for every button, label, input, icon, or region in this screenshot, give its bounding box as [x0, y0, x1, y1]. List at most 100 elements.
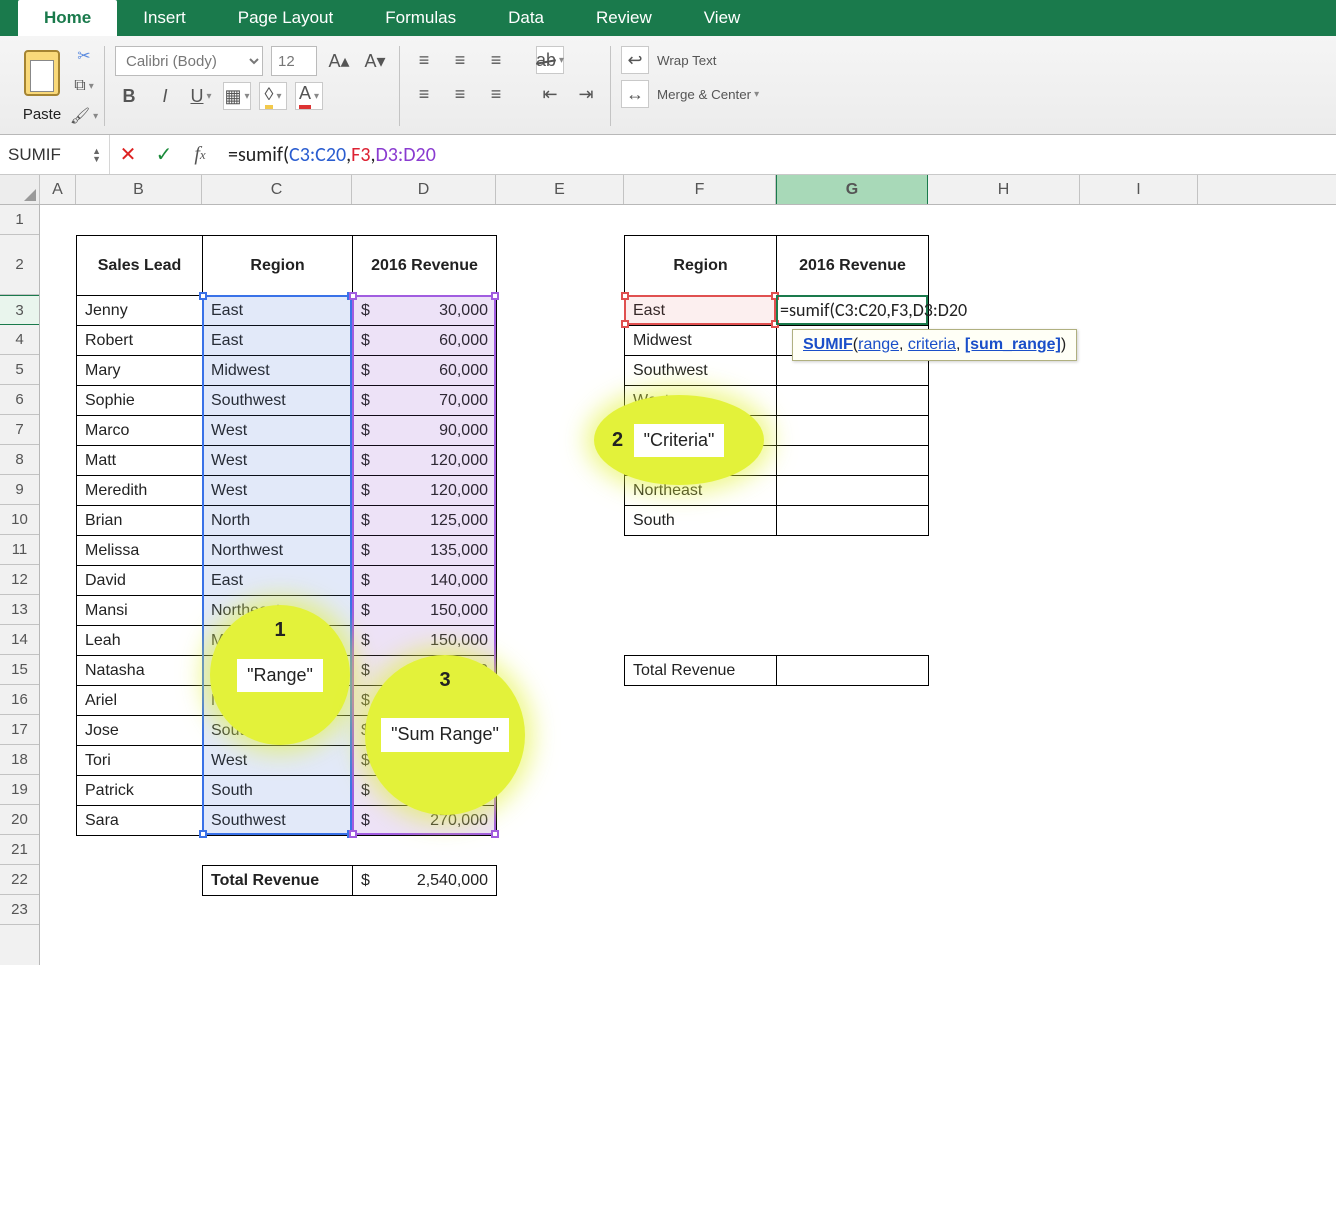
font-color-button[interactable]: A — [295, 82, 323, 110]
table-row: MeredithWest$120,000 — [77, 476, 497, 506]
name-box[interactable]: SUMIF ▲▼ — [0, 135, 110, 174]
underline-button[interactable]: U — [187, 82, 215, 110]
col-header-G[interactable]: G — [776, 175, 928, 204]
tab-formulas[interactable]: Formulas — [359, 0, 482, 36]
tooltip-fn-link[interactable]: SUMIF — [803, 336, 853, 353]
total-label-left: Total Revenue — [203, 866, 353, 896]
sheet-area[interactable]: Sales Lead Region 2016 Revenue JennyEast… — [40, 205, 1140, 965]
row-header-8[interactable]: 8 — [0, 445, 39, 475]
tooltip-criteria-link[interactable]: criteria — [908, 336, 956, 353]
row-header-16[interactable]: 16 — [0, 685, 39, 715]
formula-arg1: C3:C20 — [289, 143, 346, 167]
spreadsheet-grid: A B C D E F G H I 1234567891011121314151… — [0, 175, 1336, 965]
align-center-button[interactable]: ≡ — [446, 80, 474, 108]
wrap-text-icon: ↩ — [621, 46, 649, 74]
wrap-text-button[interactable]: Wrap Text — [657, 53, 717, 68]
merge-center-button[interactable]: Merge & Center — [657, 87, 759, 102]
tooltip-sumrange-link[interactable]: [sum_range] — [965, 336, 1061, 353]
table-row: MarcoWest$90,000 — [77, 416, 497, 446]
table-row: MelissaNorthwest$135,000 — [77, 536, 497, 566]
col-header-F[interactable]: F — [624, 175, 776, 204]
clipboard-icon — [20, 46, 64, 100]
decrease-font-button[interactable]: A▾ — [361, 47, 389, 75]
formula-prefix: =sumif( — [228, 143, 289, 167]
row-header-3[interactable]: 3 — [0, 295, 39, 325]
col-header-D[interactable]: D — [352, 175, 496, 204]
row-header-4[interactable]: 4 — [0, 325, 39, 355]
enter-formula-button[interactable]: ✓ — [146, 142, 182, 167]
format-painter-button[interactable]: 🖌 — [74, 106, 94, 126]
col-header-C[interactable]: C — [202, 175, 352, 204]
row-header-2[interactable]: 2 — [0, 235, 39, 295]
row-header-11[interactable]: 11 — [0, 535, 39, 565]
col-header-I[interactable]: I — [1080, 175, 1198, 204]
row-header-20[interactable]: 20 — [0, 805, 39, 835]
tab-insert[interactable]: Insert — [117, 0, 212, 36]
decrease-indent-button[interactable]: ⇤ — [536, 80, 564, 108]
row-header-14[interactable]: 14 — [0, 625, 39, 655]
align-bottom-button[interactable]: ≡ — [482, 46, 510, 74]
sales-header-lead: Sales Lead — [77, 236, 203, 296]
col-header-H[interactable]: H — [928, 175, 1080, 204]
select-all-button[interactable] — [0, 175, 40, 204]
tab-home[interactable]: Home — [18, 0, 117, 36]
cut-button[interactable]: ✂ — [74, 46, 94, 66]
name-box-value: SUMIF — [8, 145, 61, 165]
row-header-1[interactable]: 1 — [0, 205, 39, 235]
orientation-button[interactable]: ab — [536, 46, 564, 74]
tooltip-range-link[interactable]: range — [858, 336, 899, 353]
col-header-B[interactable]: B — [76, 175, 202, 204]
row-header-19[interactable]: 19 — [0, 775, 39, 805]
align-left-button[interactable]: ≡ — [410, 80, 438, 108]
font-name-select[interactable]: Calibri (Body) — [115, 46, 263, 76]
fill-color-button[interactable]: ◊ — [259, 82, 287, 110]
row-header-22[interactable]: 22 — [0, 865, 39, 895]
copy-button[interactable]: ⧉ — [74, 76, 94, 96]
summary-header-revenue: 2016 Revenue — [777, 236, 929, 296]
row-header-23[interactable]: 23 — [0, 895, 39, 925]
ribbon-tabstrip: Home Insert Page Layout Formulas Data Re… — [0, 0, 1336, 36]
bold-button[interactable]: B — [115, 82, 143, 110]
row-header-10[interactable]: 10 — [0, 505, 39, 535]
annotation-bubble-1: 1 "Range" — [210, 605, 350, 745]
italic-button[interactable]: I — [151, 82, 179, 110]
tab-review[interactable]: Review — [570, 0, 678, 36]
row-header-9[interactable]: 9 — [0, 475, 39, 505]
align-middle-button[interactable]: ≡ — [446, 46, 474, 74]
row-header-18[interactable]: 18 — [0, 745, 39, 775]
name-box-stepper[interactable]: ▲▼ — [92, 147, 101, 163]
paste-button[interactable] — [20, 46, 64, 100]
insert-function-button[interactable]: fx — [182, 143, 218, 166]
summary-header-region: Region — [625, 236, 777, 296]
col-header-E[interactable]: E — [496, 175, 624, 204]
active-cell-formula: =sumif(C3:C20,F3,D3:D20 — [780, 299, 967, 321]
annotation-2-text: "Criteria" — [634, 424, 725, 457]
table-row: MaryMidwest$60,000 — [77, 356, 497, 386]
row-header-6[interactable]: 6 — [0, 385, 39, 415]
increase-indent-button[interactable]: ⇥ — [572, 80, 600, 108]
formula-bar: SUMIF ▲▼ ✕ ✓ fx =sumif(C3:C20,F3,D3:D20 — [0, 135, 1336, 175]
col-header-A[interactable]: A — [40, 175, 76, 204]
formula-input[interactable]: =sumif(C3:C20,F3,D3:D20 — [218, 143, 1336, 167]
merge-center-icon: ↔ — [621, 80, 649, 108]
row-header-21[interactable]: 21 — [0, 835, 39, 865]
tab-data[interactable]: Data — [482, 0, 570, 36]
ribbon: Paste ✂ ⧉ 🖌 Calibri (Body) A▴ A▾ B I U ▦… — [0, 36, 1336, 135]
font-size-input[interactable] — [271, 46, 317, 76]
row-header-7[interactable]: 7 — [0, 415, 39, 445]
row-header-13[interactable]: 13 — [0, 595, 39, 625]
annotation-bubble-2: 2 "Criteria" — [594, 395, 764, 485]
annotation-1-text: "Range" — [237, 659, 323, 692]
row-header-5[interactable]: 5 — [0, 355, 39, 385]
align-right-button[interactable]: ≡ — [482, 80, 510, 108]
tab-page-layout[interactable]: Page Layout — [212, 0, 359, 36]
row-header-15[interactable]: 15 — [0, 655, 39, 685]
row-header-17[interactable]: 17 — [0, 715, 39, 745]
align-top-button[interactable]: ≡ — [410, 46, 438, 74]
tab-view[interactable]: View — [678, 0, 767, 36]
cancel-formula-button[interactable]: ✕ — [110, 142, 146, 167]
region-summary-table: Region 2016 Revenue EastMidwestSouthwest… — [624, 235, 929, 536]
row-header-12[interactable]: 12 — [0, 565, 39, 595]
borders-button[interactable]: ▦ — [223, 82, 251, 110]
increase-font-button[interactable]: A▴ — [325, 47, 353, 75]
